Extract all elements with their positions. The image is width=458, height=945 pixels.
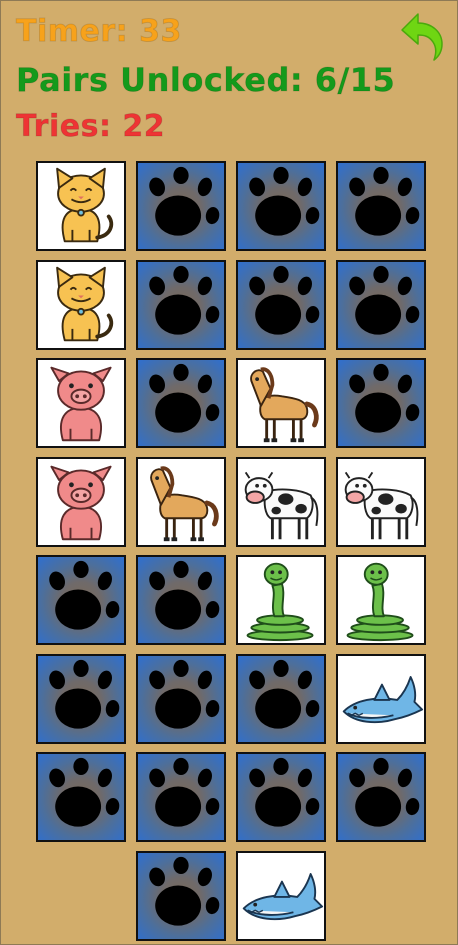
paw-print-icon bbox=[38, 754, 124, 840]
card-face-down[interactable] bbox=[336, 752, 426, 842]
card-pig[interactable] bbox=[36, 457, 126, 547]
pig-icon bbox=[38, 459, 124, 545]
card-face-down[interactable] bbox=[136, 851, 226, 941]
card-horse[interactable] bbox=[236, 358, 326, 448]
shark-icon bbox=[338, 656, 424, 742]
card-cat[interactable] bbox=[36, 260, 126, 350]
horse-icon bbox=[138, 459, 224, 545]
card-face-down[interactable] bbox=[136, 752, 226, 842]
tries-label: Tries bbox=[16, 109, 99, 145]
card-snake[interactable] bbox=[336, 555, 426, 645]
cat-icon bbox=[38, 163, 124, 249]
horse-icon bbox=[238, 360, 324, 446]
tries-value: 22 bbox=[122, 109, 166, 145]
paw-print-icon bbox=[238, 656, 324, 742]
paw-print-icon bbox=[238, 754, 324, 840]
card-face-down[interactable] bbox=[136, 654, 226, 744]
card-face-down[interactable] bbox=[236, 260, 326, 350]
card-face-down[interactable] bbox=[336, 260, 426, 350]
card-cat[interactable] bbox=[36, 161, 126, 251]
pairs-unlocked-display: Pairs Unlocked: 6/15 bbox=[16, 61, 396, 100]
card-face-down[interactable] bbox=[136, 161, 226, 251]
card-face-down[interactable] bbox=[36, 752, 126, 842]
timer-value: 33 bbox=[139, 14, 182, 50]
cow-icon bbox=[338, 459, 424, 545]
pairs-label: Pairs Unlocked bbox=[16, 61, 290, 100]
card-snake[interactable] bbox=[236, 555, 326, 645]
paw-print-icon bbox=[38, 557, 124, 643]
card-horse[interactable] bbox=[136, 457, 226, 547]
paw-print-icon bbox=[138, 163, 224, 249]
paw-print-icon bbox=[138, 754, 224, 840]
shark-icon bbox=[238, 853, 324, 939]
paw-print-icon bbox=[138, 853, 224, 939]
card-shark[interactable] bbox=[236, 851, 326, 941]
paw-print-icon bbox=[238, 163, 324, 249]
tries-display: Tries: 22 bbox=[16, 109, 166, 145]
timer-label: Timer bbox=[16, 14, 116, 50]
undo-button[interactable] bbox=[392, 8, 448, 64]
pairs-value: 6/15 bbox=[314, 61, 396, 100]
paw-print-icon bbox=[338, 360, 424, 446]
card-face-down[interactable] bbox=[136, 555, 226, 645]
cat-icon bbox=[38, 262, 124, 348]
card-face-down[interactable] bbox=[136, 358, 226, 448]
card-face-down[interactable] bbox=[136, 260, 226, 350]
paw-print-icon bbox=[138, 557, 224, 643]
paw-print-icon bbox=[338, 163, 424, 249]
card-shark[interactable] bbox=[336, 654, 426, 744]
card-face-down[interactable] bbox=[236, 752, 326, 842]
paw-print-icon bbox=[338, 262, 424, 348]
card-cow[interactable] bbox=[236, 457, 326, 547]
undo-arrow-icon bbox=[401, 13, 443, 61]
card-face-down[interactable] bbox=[236, 161, 326, 251]
paw-print-icon bbox=[138, 656, 224, 742]
cow-icon bbox=[238, 459, 324, 545]
card-face-down[interactable] bbox=[36, 654, 126, 744]
pig-icon bbox=[38, 360, 124, 446]
snake-icon bbox=[338, 557, 424, 643]
card-cow[interactable] bbox=[336, 457, 426, 547]
card-face-down[interactable] bbox=[336, 358, 426, 448]
paw-print-icon bbox=[138, 262, 224, 348]
paw-print-icon bbox=[238, 262, 324, 348]
paw-print-icon bbox=[138, 360, 224, 446]
timer-display: Timer: 33 bbox=[16, 14, 182, 50]
snake-icon bbox=[238, 557, 324, 643]
card-face-down[interactable] bbox=[236, 654, 326, 744]
paw-print-icon bbox=[38, 656, 124, 742]
card-pig[interactable] bbox=[36, 358, 126, 448]
paw-print-icon bbox=[338, 754, 424, 840]
card-face-down[interactable] bbox=[36, 555, 126, 645]
card-face-down[interactable] bbox=[336, 161, 426, 251]
